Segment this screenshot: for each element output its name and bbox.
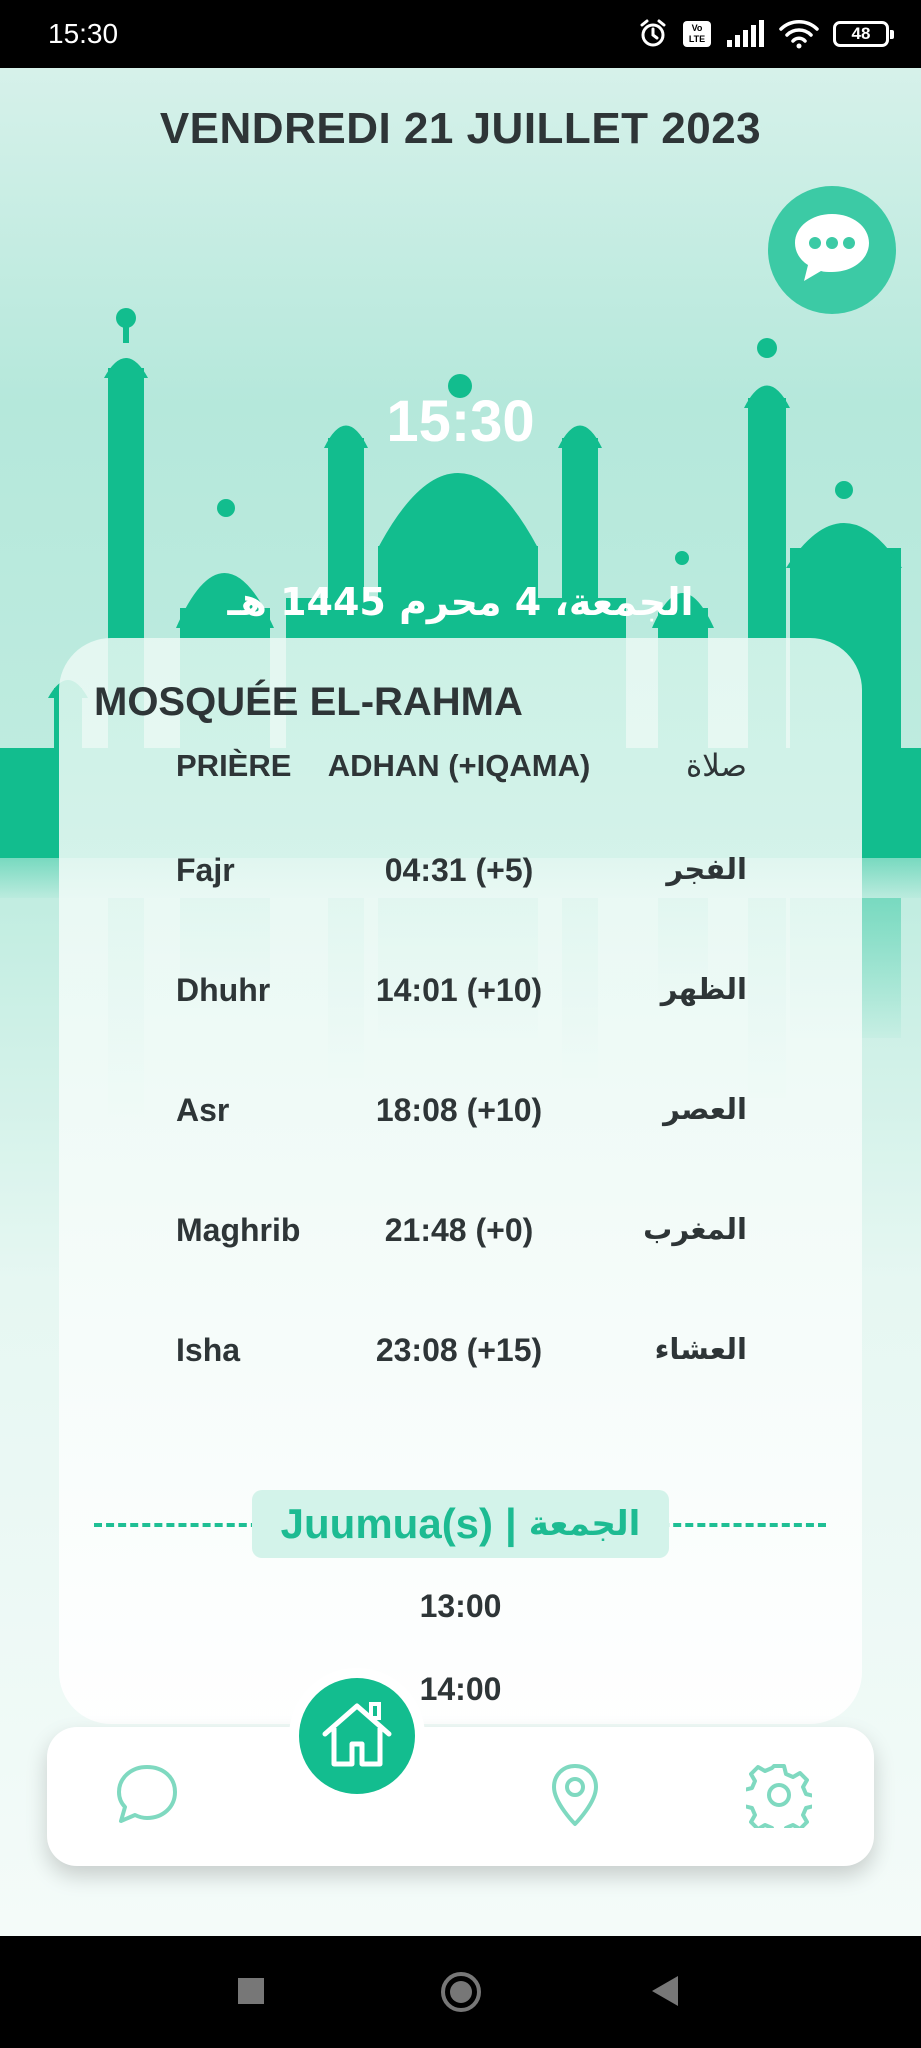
nav-home-button[interactable]	[299, 1678, 415, 1794]
volte-icon: Vo LTE	[683, 21, 711, 47]
header-adhan: ADHAN (+IQAMA)	[327, 748, 591, 783]
gear-icon	[742, 1762, 816, 1838]
prayer-name: Isha	[176, 1332, 241, 1368]
app-screen: VENDREDI 21 JUILLET 2023 15:30 الجمعة، 4…	[0, 68, 921, 1936]
prayer-table-header: PRIÈRE ADHAN (+IQAMA) صلاة	[59, 748, 862, 792]
prayer-row-dhuhr: Dhuhr 14:01 (+10) الظهر	[59, 972, 862, 1022]
chat-icon	[114, 1762, 180, 1833]
nav-chat-button[interactable]	[107, 1757, 187, 1837]
prayer-time: 04:31 (+5)	[384, 852, 534, 888]
prayer-name: Asr	[176, 1092, 230, 1128]
prayer-arabic-name: المغرب	[643, 1212, 747, 1246]
prayer-row-maghrib: Maghrib 21:48 (+0) المغرب	[59, 1212, 862, 1262]
location-pin-icon	[549, 1762, 601, 1833]
prayer-times-card: MOSQUÉE EL-RAHMA PRIÈRE ADHAN (+IQAMA) ص…	[59, 638, 862, 1724]
nav-settings-button[interactable]	[737, 1755, 821, 1839]
prayer-time: 23:08 (+15)	[375, 1332, 543, 1368]
prayer-time: 18:08 (+10)	[375, 1092, 543, 1128]
status-bar: 15:30 Vo LTE 48	[0, 0, 921, 68]
back-triangle-icon	[652, 1976, 678, 2006]
chat-button[interactable]	[768, 186, 896, 314]
prayer-time: 21:48 (+0)	[384, 1212, 534, 1248]
juumua-time: 13:00	[419, 1588, 502, 1624]
current-time: 15:30	[386, 389, 535, 454]
juumua-label: Juumua(s) | الجمعة	[252, 1490, 669, 1558]
prayer-time: 14:01 (+10)	[375, 972, 543, 1008]
header-arabic: صلاة	[685, 748, 747, 784]
home-system-button[interactable]	[440, 1971, 482, 2013]
back-button[interactable]	[650, 1974, 680, 2008]
circle-icon	[441, 1972, 481, 2012]
alarm-icon	[637, 18, 669, 50]
juumua-label-text: Juumua(s)	[280, 1500, 494, 1547]
bottom-nav	[47, 1727, 874, 1866]
prayer-row-isha: Isha 23:08 (+15) العشاء	[59, 1332, 862, 1382]
chat-bubble-icon	[791, 210, 873, 291]
mosque-name: MOSQUÉE EL-RAHMA	[94, 680, 523, 724]
signal-icon	[725, 20, 765, 48]
juumua-time: 14:00	[419, 1671, 502, 1707]
prayer-arabic-name: الفجر	[666, 852, 747, 886]
prayer-row-fajr: Fajr 04:31 (+5) الفجر	[59, 852, 862, 902]
nav-location-button[interactable]	[535, 1755, 615, 1839]
prayer-name: Fajr	[176, 852, 235, 888]
status-icons: Vo LTE 48	[637, 18, 894, 50]
prayer-row-asr: Asr 18:08 (+10) العصر	[59, 1092, 862, 1142]
battery-icon: 48	[833, 21, 894, 47]
wifi-icon	[779, 19, 819, 49]
gregorian-date: VENDREDI 21 JUILLET 2023	[159, 104, 762, 153]
prayer-arabic-name: العصر	[663, 1092, 747, 1126]
recents-button[interactable]	[236, 1976, 266, 2006]
prayer-arabic-name: العشاء	[654, 1332, 747, 1366]
status-time: 15:30	[48, 18, 119, 49]
prayer-arabic-name: الظهر	[660, 972, 747, 1006]
juumua-arabic-label: الجمعة	[528, 1504, 641, 1544]
juumua-separator: |	[505, 1500, 517, 1547]
hijri-date: الجمعة، 4 محرم 1445 هـ	[227, 580, 694, 624]
home-icon	[319, 1698, 395, 1775]
square-icon	[238, 1978, 264, 2004]
system-navigation-bar	[0, 1936, 921, 2048]
